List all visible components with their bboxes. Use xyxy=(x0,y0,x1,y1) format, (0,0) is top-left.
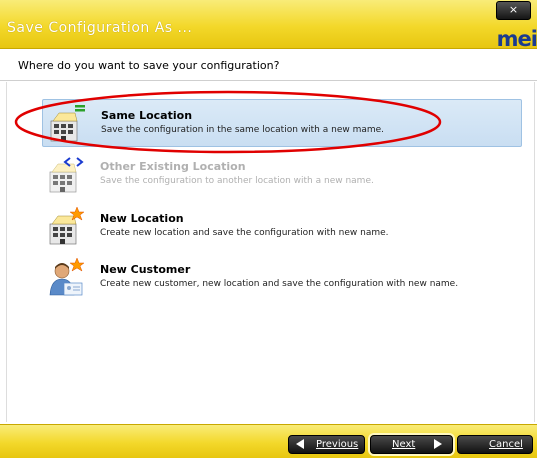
next-label: Next xyxy=(392,439,416,450)
cancel-label: Cancel xyxy=(489,439,523,450)
close-button[interactable]: × xyxy=(496,1,531,20)
question-text: Where do you want to save your configura… xyxy=(18,59,280,72)
next-button[interactable]: Next xyxy=(370,435,453,454)
option-same-location[interactable]: Same Location Save the configuration in … xyxy=(42,99,522,147)
cancel-button[interactable]: Cancel xyxy=(457,435,533,454)
title-bar: Save Configuration As ... × mei xyxy=(0,0,537,51)
option-title: Other Existing Location xyxy=(100,160,246,173)
building-other-location-icon xyxy=(49,157,84,193)
option-description: Create new customer, new location and sa… xyxy=(100,279,459,289)
building-same-location-icon xyxy=(50,105,85,142)
option-title: New Location xyxy=(100,212,184,225)
new-customer-icon xyxy=(49,257,84,296)
option-title: Same Location xyxy=(101,109,193,122)
option-description: Save the configuration to another locati… xyxy=(100,176,374,186)
arrow-left-icon xyxy=(296,439,304,449)
building-new-location-icon xyxy=(49,206,84,245)
question-header: Where do you want to save your configura… xyxy=(0,49,537,81)
option-description: Save the configuration in the same locat… xyxy=(101,125,385,135)
option-new-location[interactable]: New Location Create new location and sav… xyxy=(42,203,520,249)
footer-bar: Previous Next Cancel xyxy=(0,424,537,458)
option-new-customer[interactable]: New Customer Create new customer, new lo… xyxy=(42,254,520,300)
option-other-existing-location[interactable]: Other Existing Location Save the configu… xyxy=(42,151,520,197)
mei-logo: mei xyxy=(496,27,537,51)
options-panel: Same Location Save the configuration in … xyxy=(6,82,535,422)
previous-button[interactable]: Previous xyxy=(288,435,365,454)
option-title: New Customer xyxy=(100,263,191,276)
option-description: Create new location and save the configu… xyxy=(100,228,389,238)
previous-label: Previous xyxy=(316,439,359,450)
arrow-right-icon xyxy=(434,439,442,449)
window-title: Save Configuration As ... xyxy=(7,20,193,36)
